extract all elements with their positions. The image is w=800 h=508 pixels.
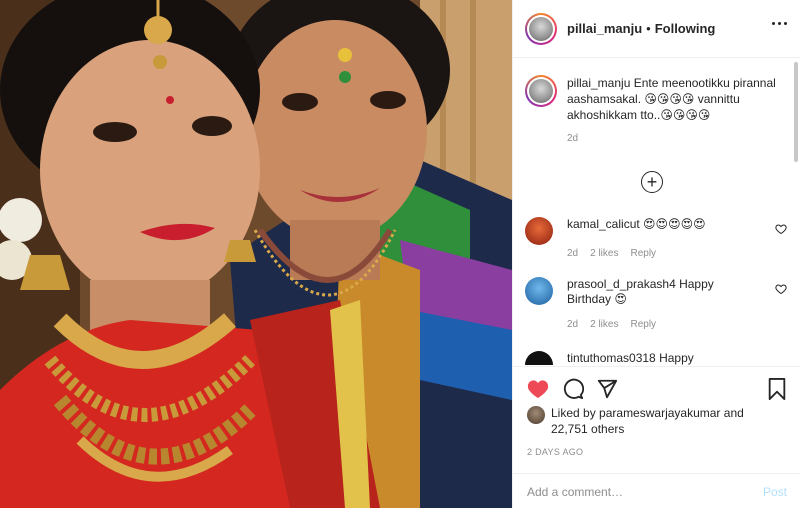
commenter-avatar[interactable] xyxy=(525,217,553,245)
comments-list[interactable]: pillai_manju Ente meenootikku pirannal a… xyxy=(513,59,800,365)
heart-outline-icon[interactable] xyxy=(775,223,787,235)
caption-avatar[interactable] xyxy=(525,75,557,107)
post-photo[interactable] xyxy=(0,0,512,508)
reply-button[interactable]: Reply xyxy=(630,246,656,261)
liker-username[interactable]: parameswarjayakumar xyxy=(599,406,720,420)
header-separator: • xyxy=(646,21,651,36)
comment-likes[interactable]: 2 likes xyxy=(590,317,618,332)
more-icon[interactable] xyxy=(772,22,787,25)
liked-by-label: Liked by xyxy=(551,406,596,420)
comment-text: 😍😍😍😍😍 xyxy=(643,217,706,231)
following-button[interactable]: Following xyxy=(655,21,716,36)
liker-avatar[interactable] xyxy=(527,406,545,424)
post-date[interactable]: 2 DAYS AGO xyxy=(527,447,583,457)
comment-item: prasool_d_prakash4 Happy Birthday 😍 2d 2… xyxy=(525,277,789,332)
author-avatar[interactable] xyxy=(525,12,557,45)
likes-connector: and xyxy=(723,406,744,420)
comment-likes[interactable]: 2 likes xyxy=(590,246,618,261)
post-caption: pillai_manju Ente meenootikku pirannal a… xyxy=(525,75,785,147)
add-comment-bar: Post xyxy=(513,473,800,508)
comment-text: Happy xyxy=(659,351,694,365)
comment-time[interactable]: 2d xyxy=(567,246,578,261)
add-circle-icon[interactable]: + xyxy=(641,171,663,193)
commenter-avatar[interactable] xyxy=(525,277,553,305)
bookmark-icon[interactable] xyxy=(767,378,787,400)
comment-time[interactable]: 2d xyxy=(567,317,578,332)
share-icon[interactable] xyxy=(596,378,618,400)
commenter-username[interactable]: kamal_calicut xyxy=(567,217,640,231)
caption-username[interactable]: pillai_manju xyxy=(567,76,630,90)
comment-input[interactable] xyxy=(527,484,763,499)
commenter-avatar[interactable] xyxy=(525,351,553,365)
likes-summary: Liked by parameswarjayakumar and 22,751 … xyxy=(527,405,771,437)
post-detail-panel: pillai_manju • Following pillai_manju En… xyxy=(512,0,800,508)
post-header: pillai_manju • Following xyxy=(513,0,800,58)
author-username[interactable]: pillai_manju xyxy=(567,21,642,36)
comments-scrollbar[interactable] xyxy=(794,62,798,162)
commenter-username[interactable]: tintuthomas0318 xyxy=(567,351,656,365)
comment-item: kamal_calicut 😍😍😍😍😍 2d 2 likes Reply xyxy=(525,217,789,261)
photo-illustration xyxy=(0,0,512,508)
commenter-username[interactable]: prasool_d_prakash4 xyxy=(567,277,676,291)
post-actions: Liked by parameswarjayakumar and 22,751 … xyxy=(513,366,800,508)
heart-icon[interactable] xyxy=(527,379,549,399)
likes-count[interactable]: 22,751 others xyxy=(551,422,624,436)
heart-outline-icon[interactable] xyxy=(775,283,787,295)
post-button[interactable]: Post xyxy=(763,485,787,499)
reply-button[interactable]: Reply xyxy=(630,317,656,332)
comment-item: tintuthomas0318 Happy xyxy=(525,351,789,365)
comment-icon[interactable] xyxy=(562,378,584,400)
caption-time[interactable]: 2d xyxy=(567,131,777,147)
